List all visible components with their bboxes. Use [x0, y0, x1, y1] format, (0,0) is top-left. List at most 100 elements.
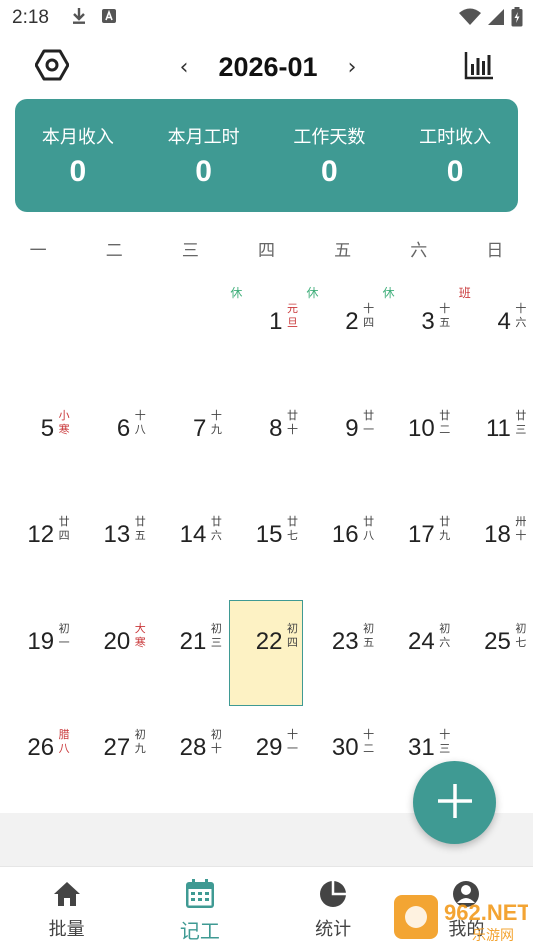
day-number: 17	[408, 521, 435, 548]
calendar-day[interactable]: 8 廿十	[228, 387, 304, 494]
battery-icon	[511, 7, 523, 31]
calendar-day[interactable]: 15 廿七	[228, 493, 304, 600]
day-number: 3	[421, 308, 435, 335]
nav-item-record[interactable]: 记工	[133, 867, 266, 949]
lunar-date: 初一	[58, 621, 70, 649]
nav-label: 我的	[448, 919, 485, 940]
summary-value: 0	[195, 155, 212, 188]
calendar-day[interactable]: 休 1 元旦	[228, 280, 304, 387]
lunar-date: 十二	[363, 728, 375, 755]
calendar-day[interactable]: 23 初五	[305, 600, 381, 707]
lunar-date: 初五	[363, 621, 375, 649]
summary-workdays[interactable]: 工作天数 0	[267, 99, 393, 212]
nav-item-mine[interactable]: 我的	[400, 867, 533, 949]
lunar-date: 初六	[439, 621, 451, 649]
calendar-day[interactable]: 14 廿六	[152, 493, 228, 600]
weekday-label: 四	[257, 241, 275, 261]
person-icon	[451, 879, 481, 909]
calendar-day[interactable]: 11 廿三	[457, 387, 533, 494]
summary-hours[interactable]: 本月工时 0	[141, 99, 267, 212]
calendar-day[interactable]: 26 腊八	[0, 706, 76, 813]
calendar-day[interactable]: 16 廿八	[305, 493, 381, 600]
month-navigator: ‹ 2026-01 ›	[170, 46, 366, 88]
monthly-summary-card: 本月收入 0 本月工时 0 工作天数 0 工时收入 0	[15, 99, 518, 212]
weekday-label: 二	[105, 241, 123, 261]
lunar-date: 十一	[287, 728, 298, 755]
calendar-day-today[interactable]: 22 初四	[228, 599, 304, 707]
lunar-date: 廿十	[287, 408, 298, 436]
day-number: 12	[27, 521, 55, 548]
wifi-icon	[459, 8, 481, 30]
calendar-day[interactable]: 7 十九	[152, 387, 228, 494]
day-number: 18	[484, 521, 511, 548]
statistics-button[interactable]	[464, 50, 498, 84]
calendar-day[interactable]: 30 十二	[305, 706, 381, 813]
next-month-button[interactable]: ›	[338, 55, 366, 80]
calendar-day[interactable]: 13 廿五	[76, 493, 152, 600]
lunar-date: 十九	[210, 408, 222, 436]
calendar-day[interactable]: 25 初七	[457, 600, 533, 707]
day-number: 15	[255, 521, 283, 548]
status-bar: 2:18	[0, 0, 533, 36]
calendar-day[interactable]: 6 十八	[76, 387, 152, 494]
calendar-day[interactable]: 休 3 十五	[381, 280, 457, 387]
calendar-day[interactable]: 12 廿四	[0, 493, 76, 600]
holiday-tag: 休	[230, 286, 243, 300]
day-number: 16	[331, 521, 359, 548]
calendar-day[interactable]: 19 初一	[0, 600, 76, 707]
calendar-day[interactable]: 5 小寒	[0, 387, 76, 494]
calendar-day[interactable]: 9 廿一	[305, 387, 381, 494]
calendar-day[interactable]: 17 廿九	[381, 493, 457, 600]
settings-button[interactable]	[34, 49, 70, 85]
calendar-day[interactable]: 10 廿二	[381, 387, 457, 494]
lunar-date: 初七	[515, 621, 527, 649]
download-icon	[71, 7, 87, 29]
header: ‹ 2026-01 ›	[0, 42, 533, 92]
add-record-button[interactable]	[413, 761, 496, 844]
nav-item-batch[interactable]: 批量	[0, 867, 133, 949]
calendar-day[interactable]: 28 初十	[152, 706, 228, 813]
day-number: 10	[408, 414, 435, 442]
calendar-day[interactable]: 27 初九	[76, 706, 152, 813]
day-number: 13	[103, 521, 131, 548]
weekday-label: 一	[29, 241, 47, 261]
lunar-date: 廿一	[363, 408, 375, 436]
summary-income[interactable]: 本月收入 0	[15, 99, 141, 212]
app-notification-icon	[101, 8, 117, 28]
calendar-icon	[185, 879, 215, 909]
calendar-day[interactable]: 班 4 十六	[457, 280, 533, 387]
calendar-week-row: 19 初一 20 大寒 21 初三 22 初四 23 初五 24 初六 25 初七	[0, 599, 533, 707]
lunar-date: 廿三	[515, 408, 527, 436]
day-number: 27	[103, 734, 131, 761]
calendar-empty-cell	[76, 280, 152, 387]
lunar-date: 腊八	[58, 728, 70, 755]
calendar-day[interactable]: 24 初六	[381, 600, 457, 707]
day-number: 31	[408, 734, 435, 761]
calendar-week-row: 12 廿四 13 廿五 14 廿六 15 廿七 16 廿八 17 廿九 18 卅十	[0, 493, 533, 600]
lunar-date: 十四	[363, 302, 375, 329]
settings-hexagon-icon	[34, 49, 70, 85]
calendar-day[interactable]: 29 十一	[228, 706, 304, 813]
day-number: 5	[40, 414, 55, 442]
calendar-day[interactable]: 21 初三	[152, 600, 228, 707]
summary-hour-income[interactable]: 工时收入 0	[392, 99, 518, 212]
day-number: 8	[269, 414, 283, 442]
holiday-tag: 休	[382, 286, 395, 300]
prev-month-button[interactable]: ‹	[170, 55, 198, 80]
summary-label: 工时收入	[419, 127, 492, 148]
workday-tag: 班	[458, 286, 471, 300]
summary-label: 工作天数	[293, 127, 366, 148]
calendar-day[interactable]: 18 卅十	[457, 493, 533, 600]
lunar-date: 初九	[134, 728, 146, 755]
lunar-date: 十八	[134, 408, 146, 436]
nav-item-statistics[interactable]: 统计	[267, 867, 400, 949]
day-number: 7	[193, 414, 207, 442]
summary-label: 本月收入	[41, 127, 114, 148]
nav-label: 记工	[179, 919, 220, 943]
lunar-date: 廿五	[134, 515, 146, 542]
day-number: 30	[331, 734, 359, 761]
lunar-date: 元旦	[287, 302, 298, 329]
signal-icon	[487, 8, 505, 30]
calendar-day[interactable]: 休 2 十四	[305, 280, 381, 387]
calendar-day[interactable]: 20 大寒	[76, 600, 152, 707]
